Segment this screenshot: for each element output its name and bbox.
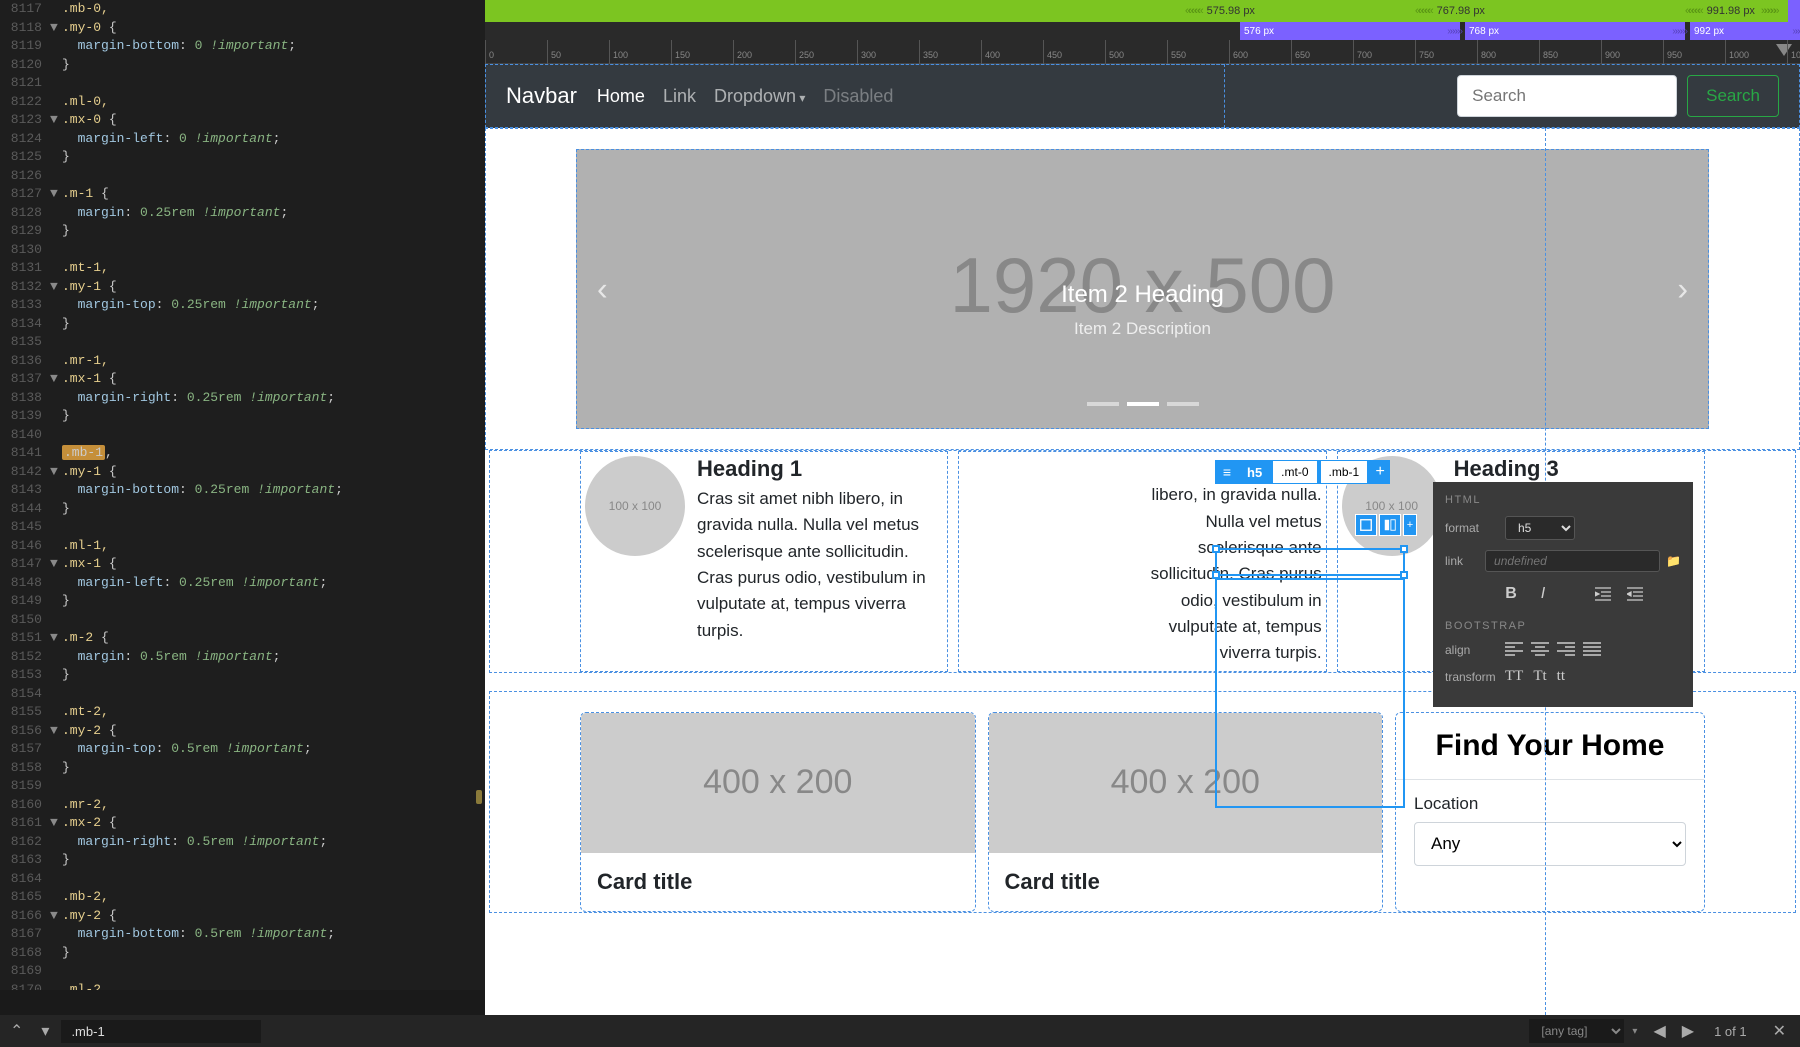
nav-link-disabled: Disabled [823,86,893,107]
find-location-select[interactable]: Any [1414,822,1686,866]
para-col-icon[interactable] [1355,514,1377,536]
carousel-heading: Item 2 Heading [1061,281,1224,309]
bcard-2: 400 x 200 Card title [988,712,1384,912]
carousel-description: Item 2 Description [1074,319,1211,339]
prev-result-icon[interactable]: ◀ [1645,1021,1673,1041]
carousel-indicators[interactable] [1087,402,1199,406]
card-para-1: Cras sit amet nibh libero, in gravida nu… [697,486,943,644]
tag-select-chevron-icon[interactable]: ▾ [1632,1026,1637,1037]
align-justify-icon[interactable] [1583,642,1603,658]
search-button[interactable]: Search [1687,75,1779,117]
bcard-img-1: 400 x 200 [581,713,975,853]
outdent-icon[interactable] [1623,582,1647,606]
carousel-container: 1920 x 500 Item 2 Heading Item 2 Descrip… [485,128,1800,450]
thumb-1: 100 x 100 [585,456,685,556]
find-home-title: Find Your Home [1396,713,1704,780]
align-center-icon[interactable] [1531,642,1551,658]
code-editor[interactable]: 8117.mb-0,8118▼.my-0 {8119 margin-bottom… [0,0,485,990]
bottom-bar: ⌃ ▾ [any tag] ▾ ◀ ▶ 1 of 1 ✕ [0,1015,1800,1047]
scroll-thumb[interactable] [476,790,482,804]
navbar: Navbar Home Link Dropdown Disabled Searc… [485,64,1800,128]
page-indicator: 1 of 1 [1702,1024,1759,1039]
tag-select[interactable]: [any tag] [1529,1019,1624,1043]
indent-icon[interactable] [1591,582,1615,606]
bcard-title-1: Card title [597,869,959,895]
selection-toolbar[interactable]: ≡ h5 .mt-0 .mb-1 + [1215,460,1390,484]
selection-add-class[interactable]: + [1370,460,1390,484]
selection-class-2[interactable]: .mb-1 [1320,460,1369,484]
transform-label: transform [1445,670,1505,684]
props-html-title: HTML [1445,494,1681,506]
format-select[interactable]: h5 [1505,516,1575,540]
para-col2-icon[interactable] [1379,514,1401,536]
find-home-panel: Find Your Home Location Any [1395,712,1705,912]
bcard-1: 400 x 200 Card title [580,712,976,912]
ruler[interactable]: 0501001502002503003504004505005506006507… [485,40,1800,64]
align-left-icon[interactable] [1505,642,1525,658]
para-toolbar[interactable]: + [1355,514,1417,536]
bcard-img-2: 400 x 200 [989,713,1383,853]
preview-panel: «««««575.98 px «««««767.98 px «««««991.9… [485,0,1800,1015]
italic-icon[interactable]: I [1531,582,1555,606]
transform-upper-icon[interactable]: TT [1505,668,1523,685]
bcard-title-2: Card title [1005,869,1367,895]
breakpoint-bar[interactable]: «««««575.98 px «««««767.98 px «««««991.9… [485,0,1800,22]
align-label: align [1445,643,1505,657]
carousel[interactable]: 1920 x 500 Item 2 Heading Item 2 Descrip… [576,149,1709,429]
navbar-brand[interactable]: Navbar [506,83,577,109]
find-location-label: Location [1414,794,1686,814]
drag-handle-icon[interactable]: ≡ [1215,460,1239,484]
link-label: link [1445,554,1485,568]
transform-cap-icon[interactable]: Tt [1533,668,1546,685]
selection-tag[interactable]: h5 [1239,460,1270,484]
nav-link-home[interactable]: Home [597,86,645,107]
card-heading-1[interactable]: Heading 1 [697,456,943,482]
selection-class-1[interactable]: .mt-0 [1272,460,1317,484]
close-icon[interactable]: ✕ [1759,1021,1800,1041]
card-para-2-partial: nibh libero, in gravida nulla. Nulla vel… [963,456,1321,667]
nav-link-link[interactable]: Link [663,86,696,107]
para-add-icon[interactable]: + [1403,514,1417,536]
properties-panel[interactable]: HTML format h5 link 📁 B I BOOTSTRAP alig… [1433,482,1693,707]
format-label: format [1445,521,1505,535]
align-right-icon[interactable] [1557,642,1577,658]
link-input[interactable] [1485,550,1660,572]
props-bootstrap-title: BOOTSTRAP [1445,620,1681,632]
card-col-1: 100 x 100 Heading 1 Cras sit amet nibh l… [580,451,948,672]
chevron-up-icon[interactable]: ⌃ [0,1021,33,1041]
transform-lower-icon[interactable]: tt [1557,668,1565,685]
nav-dropdown[interactable]: Dropdown [714,86,805,107]
search-input[interactable] [1457,75,1677,117]
bottom-cards-row: 400 x 200 Card title 400 x 200 Card titl… [489,691,1796,913]
carousel-next-icon[interactable]: › [1677,271,1688,308]
breakpoint-sub-bar[interactable]: 576 px»»»»» 768 px»»»»» 992 px»»» [485,22,1800,40]
folder-icon[interactable]: 📁 [1666,554,1681,568]
funnel-icon[interactable]: ▾ [33,1021,57,1041]
filter-input[interactable] [61,1020,261,1043]
next-result-icon[interactable]: ▶ [1674,1021,1702,1041]
carousel-prev-icon[interactable]: ‹ [597,271,608,308]
bold-icon[interactable]: B [1499,582,1523,606]
card-heading-3: Heading 3 [1454,456,1700,482]
card-col-2: nibh libero, in gravida nulla. Nulla vel… [958,451,1326,672]
